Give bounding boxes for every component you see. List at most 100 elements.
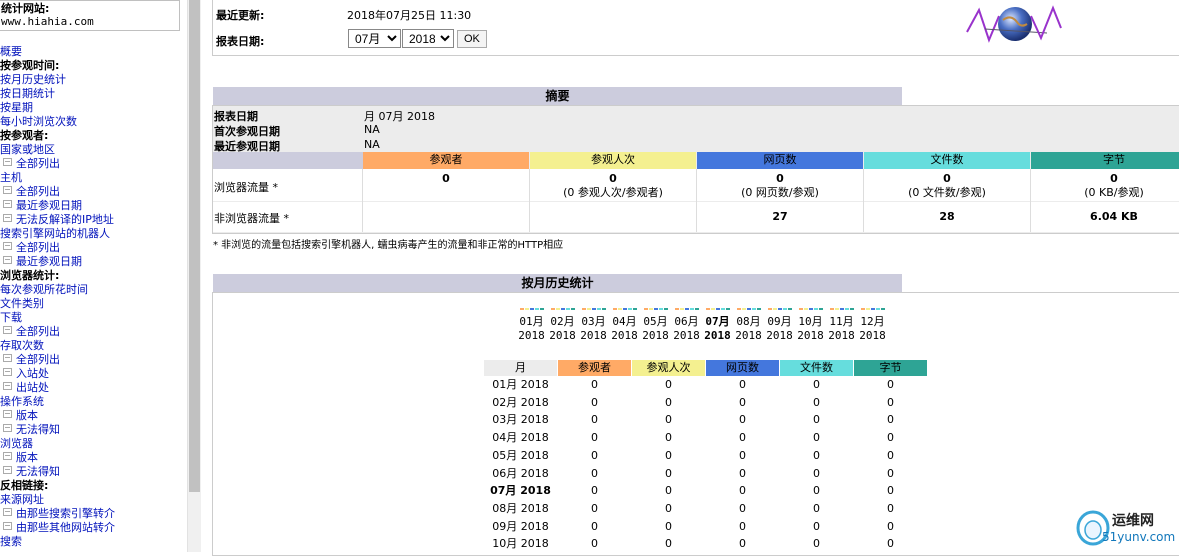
menu-link[interactable]: 版本 <box>16 451 38 464</box>
month-label[interactable]: 04月 2018 <box>609 315 640 343</box>
row-month[interactable]: 02月 2018 <box>484 394 557 411</box>
menu-item[interactable]: 按星期 <box>0 101 187 115</box>
menu-link[interactable]: 搜索引擎网站的机器人 <box>0 227 110 240</box>
menu-item[interactable]: 每小时浏览次数 <box>0 115 187 129</box>
menu-link[interactable]: 最近参观日期 <box>16 199 82 212</box>
menu-link[interactable]: 下载 <box>0 311 22 324</box>
menu-link[interactable]: 全部列出 <box>16 185 60 198</box>
ok-button[interactable]: OK <box>457 30 487 48</box>
row-month[interactable]: 06月 2018 <box>484 465 557 482</box>
row-month[interactable]: 03月 2018 <box>484 411 557 428</box>
menu-link[interactable]: 出站处 <box>16 381 49 394</box>
menu-link[interactable]: 按日期统计 <box>0 87 55 100</box>
menu-item[interactable]: 来源网址 <box>0 493 187 507</box>
month-label[interactable]: 01月 2018 <box>516 315 547 343</box>
month-label[interactable]: 05月 2018 <box>640 315 671 343</box>
menu-link[interactable]: 存取次数 <box>0 339 44 352</box>
month-select[interactable]: 07月 <box>348 29 401 48</box>
menu-subitem[interactable]: 全部列出 <box>0 157 187 171</box>
menu-link[interactable]: 操作系统 <box>0 395 44 408</box>
row-month[interactable]: 07月 2018 <box>484 482 557 499</box>
menu-subitem[interactable]: 由那些其他网站转介 <box>0 521 187 535</box>
row-month[interactable]: 01月 2018 <box>484 376 557 393</box>
menu-link[interactable]: 每次参观所花时间 <box>0 283 88 296</box>
column-divider <box>696 169 697 232</box>
month-label[interactable]: 06月 2018 <box>671 315 702 343</box>
menu-link[interactable]: 浏览器 <box>0 437 33 450</box>
menu-link[interactable]: 由那些搜索引擎转介 <box>16 507 115 520</box>
row-value: 0 <box>739 448 746 462</box>
menu-link[interactable]: 无法得知 <box>16 465 60 478</box>
menu-item[interactable]: 浏览器 <box>0 437 187 451</box>
menu-subitem[interactable]: 无法得知 <box>0 423 187 437</box>
menu-link[interactable]: 主机 <box>0 171 22 184</box>
menu-link[interactable]: 概要 <box>0 45 22 58</box>
menu-link[interactable]: 入站处 <box>16 367 49 380</box>
menu-item[interactable]: 按日期统计 <box>0 87 187 101</box>
menu-link[interactable]: 按月历史统计 <box>0 73 66 86</box>
menu-item[interactable]: 每次参观所花时间 <box>0 283 187 297</box>
menu-section-heading: 按参观者: <box>0 129 187 143</box>
menu-link[interactable]: 最近参观日期 <box>16 255 82 268</box>
month-label[interactable]: 03月 2018 <box>578 315 609 343</box>
menu-item[interactable]: 搜索引擎网站的机器人 <box>0 227 187 241</box>
month-label[interactable]: 11月 2018 <box>826 315 857 343</box>
menu-scrollbar[interactable] <box>187 0 201 552</box>
menu-link[interactable]: 每小时浏览次数 <box>0 115 77 128</box>
month-bar-mark <box>706 308 710 310</box>
scrollbar-thumb[interactable] <box>189 0 200 492</box>
menu-link[interactable]: 版本 <box>16 409 38 422</box>
menu-link[interactable]: 全部列出 <box>16 157 60 170</box>
menu-item[interactable]: 概要 <box>0 45 187 59</box>
menu-subitem[interactable]: 版本 <box>0 409 187 423</box>
menu-subitem[interactable]: 版本 <box>0 451 187 465</box>
menu-item[interactable]: 下载 <box>0 311 187 325</box>
menu-item[interactable]: 搜索 <box>0 535 187 549</box>
menu-link[interactable]: 国家或地区 <box>0 143 55 156</box>
menu-subitem[interactable]: 无法反解译的IP地址 <box>0 213 187 227</box>
menu-link[interactable]: 全部列出 <box>16 353 60 366</box>
menu-link[interactable]: 按星期 <box>0 101 33 114</box>
menu-item[interactable]: 主机 <box>0 171 187 185</box>
menu-link[interactable]: 搜索 <box>0 535 22 548</box>
menu-subitem[interactable]: 全部列出 <box>0 185 187 199</box>
row-month[interactable]: 08月 2018 <box>484 500 557 517</box>
row-month[interactable]: 04月 2018 <box>484 429 557 446</box>
menu-section-heading: 浏览器统计: <box>0 269 187 283</box>
row-month[interactable]: 09月 2018 <box>484 518 557 535</box>
month-label[interactable]: 10月 2018 <box>795 315 826 343</box>
menu-link[interactable]: 文件类别 <box>0 297 44 310</box>
row-month[interactable]: 10月 2018 <box>484 535 557 552</box>
menu-subitem[interactable]: 由那些搜索引擎转介 <box>0 507 187 521</box>
menu-subitem[interactable]: 全部列出 <box>0 353 187 367</box>
menu-link[interactable]: 来源网址 <box>0 493 44 506</box>
menu-item[interactable]: 国家或地区 <box>0 143 187 157</box>
month-bar-mark <box>654 308 658 310</box>
menu-link[interactable]: 由那些其他网站转介 <box>16 521 115 534</box>
row-month[interactable]: 05月 2018 <box>484 447 557 464</box>
month-label[interactable]: 09月 2018 <box>764 315 795 343</box>
menu-subitem[interactable]: 无法得知 <box>0 465 187 479</box>
year-select[interactable]: 2018 <box>402 29 454 48</box>
menu-subitem[interactable]: 最近参观日期 <box>0 199 187 213</box>
menu-item[interactable]: 文件类别 <box>0 297 187 311</box>
month-label[interactable]: 08月 2018 <box>733 315 764 343</box>
site-box: 统计网站: www.hiahia.com <box>0 0 180 31</box>
menu-link[interactable]: 无法得知 <box>16 423 60 436</box>
menu-item[interactable]: 操作系统 <box>0 395 187 409</box>
month-label[interactable]: 12月 2018 <box>857 315 888 343</box>
menu-subitem[interactable]: 全部列出 <box>0 241 187 255</box>
row-value: 0 <box>739 501 746 515</box>
menu-subitem[interactable]: 全部列出 <box>0 325 187 339</box>
month-label[interactable]: 07月 2018 <box>702 315 733 343</box>
menu-link[interactable]: 无法反解译的IP地址 <box>16 213 114 226</box>
menu-link[interactable]: 全部列出 <box>16 241 60 254</box>
menu-link[interactable]: 全部列出 <box>16 325 60 338</box>
menu-item[interactable]: 存取次数 <box>0 339 187 353</box>
month-bar-mark <box>788 308 792 310</box>
menu-subitem[interactable]: 最近参观日期 <box>0 255 187 269</box>
menu-item[interactable]: 按月历史统计 <box>0 73 187 87</box>
month-label[interactable]: 02月 2018 <box>547 315 578 343</box>
menu-subitem[interactable]: 入站处 <box>0 367 187 381</box>
menu-subitem[interactable]: 出站处 <box>0 381 187 395</box>
